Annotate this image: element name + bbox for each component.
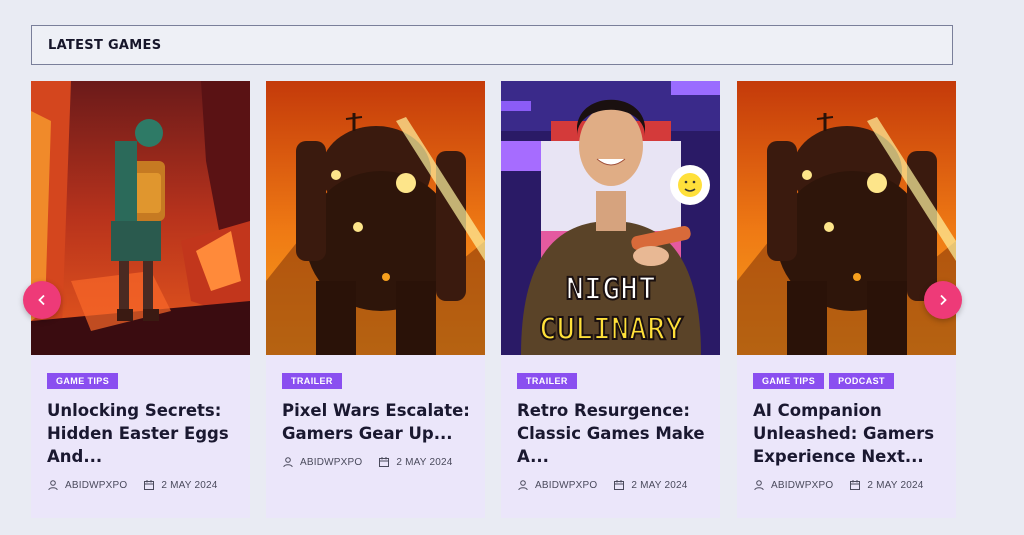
category-tag[interactable]: PODCAST xyxy=(829,373,894,389)
author-name[interactable]: ABIDWPXPO xyxy=(65,480,127,491)
post-date: 2 MAY 2024 xyxy=(396,456,453,468)
card-title[interactable]: Retro Resurgence: Classic Games Make A..… xyxy=(517,399,712,468)
card-title[interactable]: Unlocking Secrets: Hidden Easter Eggs An… xyxy=(47,399,242,468)
carousel-next-button[interactable] xyxy=(924,281,962,319)
user-icon xyxy=(518,480,528,491)
game-card[interactable]: GAME TIPS Unlocking Secrets: Hidden East… xyxy=(31,81,250,518)
card-title[interactable]: Pixel Wars Escalate: Gamers Gear Up... xyxy=(282,399,477,445)
user-icon xyxy=(48,480,58,491)
category-tag[interactable]: TRAILER xyxy=(517,373,577,389)
author-name[interactable]: ABIDWPXPO xyxy=(300,457,362,468)
giant-robot-illustration xyxy=(737,81,956,355)
section-header: LATEST GAMES xyxy=(31,25,953,65)
calendar-icon xyxy=(850,480,861,490)
giant-robot-illustration xyxy=(266,81,485,355)
category-tag[interactable]: GAME TIPS xyxy=(47,373,119,389)
card-title[interactable]: AI Companion Unleashed: Gamers Experienc… xyxy=(753,399,948,468)
game-card[interactable]: TRAILER Pixel Wars Escalate: Gamers Gear… xyxy=(266,81,485,518)
card-tags: GAME TIPS PODCAST xyxy=(753,373,894,389)
post-date: 2 MAY 2024 xyxy=(631,479,688,491)
post-date: 2 MAY 2024 xyxy=(161,479,218,491)
card-thumbnail[interactable]: NIGHT CULINARY xyxy=(501,81,720,355)
calendar-icon xyxy=(144,480,155,490)
game-card[interactable]: NIGHT CULINARY TRAILER Retro Resurgence:… xyxy=(501,81,720,518)
calendar-icon xyxy=(379,457,390,467)
category-tag[interactable]: GAME TIPS xyxy=(753,373,825,389)
author-name[interactable]: ABIDWPXPO xyxy=(771,480,833,491)
card-thumbnail[interactable] xyxy=(31,81,250,355)
adventurer-cave-illustration xyxy=(31,81,250,355)
chevron-left-icon xyxy=(38,294,45,306)
author-name[interactable]: ABIDWPXPO xyxy=(535,480,597,491)
calendar-icon xyxy=(614,480,625,490)
image-caption-line1: NIGHT xyxy=(566,272,656,307)
night-culinary-photo: NIGHT CULINARY xyxy=(501,81,720,355)
section-title: LATEST GAMES xyxy=(48,37,162,53)
card-meta: ABIDWPXPO 2 MAY 2024 xyxy=(753,479,924,491)
user-icon xyxy=(754,480,764,491)
category-tag[interactable]: TRAILER xyxy=(282,373,342,389)
card-meta: ABIDWPXPO 2 MAY 2024 xyxy=(517,479,688,491)
image-caption-line2: CULINARY xyxy=(539,312,684,347)
carousel-prev-button[interactable] xyxy=(23,281,61,319)
chevron-right-icon xyxy=(940,294,947,306)
card-tags: GAME TIPS xyxy=(47,373,119,389)
card-thumbnail[interactable] xyxy=(737,81,956,355)
user-icon xyxy=(283,457,293,468)
card-meta: ABIDWPXPO 2 MAY 2024 xyxy=(47,479,218,491)
card-tags: TRAILER xyxy=(282,373,342,389)
card-tags: TRAILER xyxy=(517,373,577,389)
post-date: 2 MAY 2024 xyxy=(867,479,924,491)
card-thumbnail[interactable] xyxy=(266,81,485,355)
card-meta: ABIDWPXPO 2 MAY 2024 xyxy=(282,456,453,468)
